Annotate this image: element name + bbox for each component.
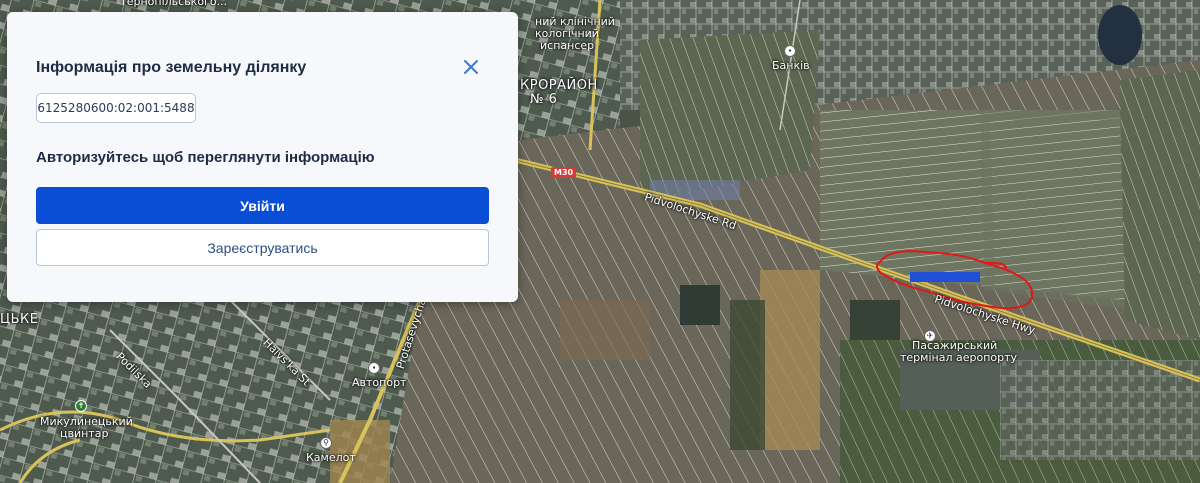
register-button[interactable]: Зареєструватись (36, 229, 489, 266)
cadastral-number-chip[interactable]: 6125280600:02:001:5488 (36, 93, 196, 123)
cemetery-icon[interactable]: ✝ (75, 400, 87, 412)
panel-title: Інформація про земельну ділянку (36, 59, 307, 76)
map-label-mykulyntsky-2: цвинтар (60, 427, 109, 440)
map-label-clinic-3: испансер (540, 39, 595, 52)
close-icon[interactable] (460, 56, 482, 78)
map-label-left-edge: ЦЬКЕ (0, 312, 39, 327)
login-button[interactable]: Увійти (36, 187, 489, 224)
bus-station-icon[interactable]: ▪ (368, 362, 380, 374)
map-label-top: Тернопільського... (120, 0, 228, 8)
auth-prompt: Авторизуйтесь щоб переглянути інформацію (36, 149, 375, 166)
close-button[interactable] (460, 56, 482, 78)
route-shield-m30: М30 (551, 167, 577, 178)
map-label-microdistrict-2: № 6 (530, 92, 558, 107)
map-label-avtoport: Автопорт (352, 376, 407, 389)
map-label-terminal-2: термінал аеропорту (900, 351, 1018, 364)
map-label-bankiv: Банків (772, 59, 810, 72)
bank-icon[interactable]: ▪ (784, 45, 796, 57)
map-label-kamelot: Камелот (306, 451, 356, 464)
map-label-microdistrict: КРОРАЙОН (520, 78, 598, 93)
parcel-info-panel: Інформація про земельну ділянку 61252806… (7, 12, 518, 302)
highlighted-parcel (910, 272, 980, 282)
restaurant-icon[interactable]: ⚲ (320, 437, 332, 449)
